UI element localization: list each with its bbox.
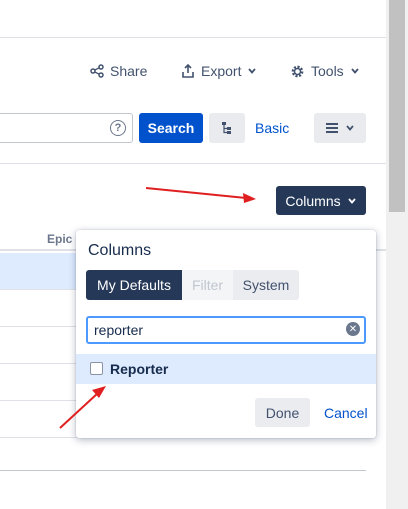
annotation-arrow-line (145, 187, 247, 199)
top-strip (0, 0, 386, 38)
clear-icon[interactable]: ✕ (346, 322, 360, 336)
columns-button-label: Columns (285, 192, 341, 209)
view-options-button[interactable] (314, 113, 366, 143)
chevron-down-icon (248, 68, 257, 74)
column-option-label: Reporter (110, 361, 169, 377)
table-row[interactable] (0, 364, 80, 401)
annotation-arrowhead (243, 193, 256, 203)
scrollbar[interactable] (386, 0, 408, 509)
jql-search-input[interactable]: ? (0, 113, 133, 143)
share-button[interactable]: Share (90, 63, 147, 79)
table-row[interactable] (0, 253, 80, 290)
basic-search-link[interactable]: Basic (255, 120, 289, 136)
tab-filter: Filter (182, 270, 233, 300)
hierarchy-icon (222, 122, 231, 134)
chevron-down-icon (351, 68, 359, 74)
gear-icon (291, 65, 304, 77)
section-divider (0, 163, 386, 164)
reporter-checkbox[interactable] (90, 362, 103, 375)
export-icon (182, 64, 194, 78)
table-row[interactable] (0, 401, 80, 438)
bottom-divider (0, 470, 366, 471)
chevron-down-icon (346, 125, 354, 131)
tools-button[interactable]: Tools (290, 63, 360, 79)
export-label: Export (201, 63, 242, 79)
cancel-link[interactable]: Cancel (324, 405, 368, 421)
table-row[interactable] (0, 290, 80, 327)
column-picker-popup: Columns My Defaults Filter System ✕ Repo… (76, 230, 376, 438)
help-icon[interactable]: ? (110, 120, 126, 136)
column-filter-input[interactable] (86, 316, 366, 344)
share-label: Share (110, 63, 148, 79)
share-icon (90, 64, 104, 78)
tools-label: Tools (311, 63, 344, 79)
done-button[interactable]: Done (255, 398, 310, 427)
scrollbar-thumb[interactable] (389, 0, 405, 212)
columns-button[interactable]: Columns (276, 186, 366, 215)
column-option-reporter[interactable]: Reporter (76, 354, 376, 384)
epic-column-header[interactable]: Epic I (47, 232, 79, 246)
table-row[interactable] (0, 327, 80, 364)
tab-my-defaults[interactable]: My Defaults (86, 270, 182, 300)
popup-title: Columns (88, 242, 152, 259)
search-button[interactable]: Search (139, 113, 203, 143)
chevron-down-icon (347, 197, 356, 204)
export-button[interactable]: Export (181, 63, 257, 79)
tab-system[interactable]: System (233, 270, 299, 300)
menu-icon (326, 123, 338, 133)
switch-view-button[interactable] (209, 113, 245, 143)
